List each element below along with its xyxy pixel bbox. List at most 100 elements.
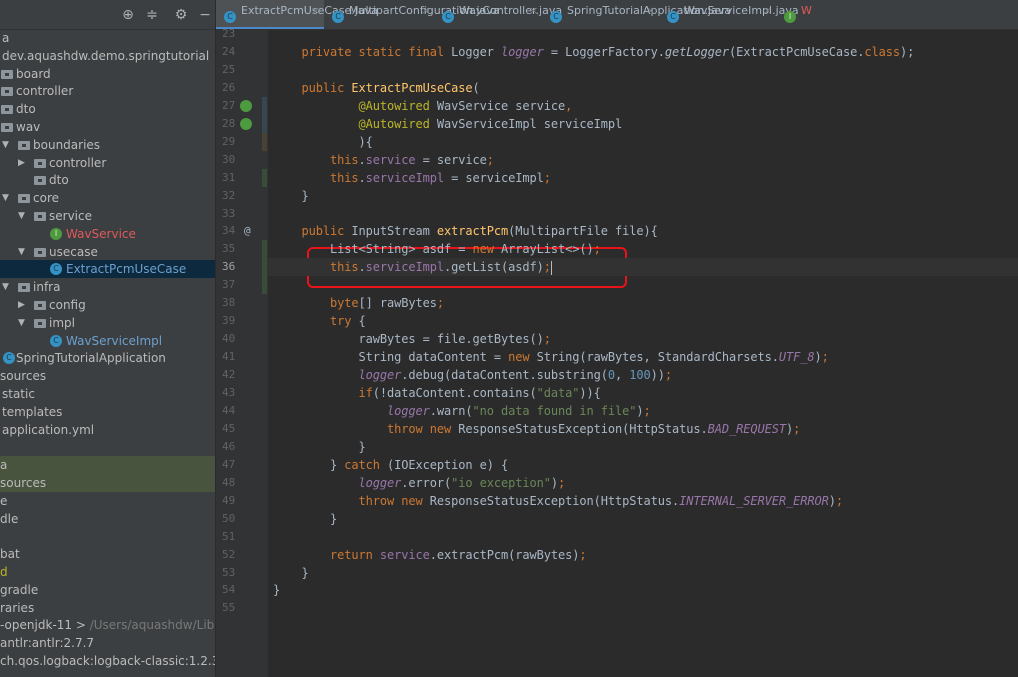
folder-icon [18, 140, 30, 150]
tree-item-label: impl [49, 315, 75, 330]
vcs-added-marker[interactable] [262, 258, 267, 277]
vcs-modified-marker[interactable] [262, 114, 267, 133]
tree-item[interactable]: ▼ boundaries [0, 136, 215, 154]
tab-springtutorialapplication-java[interactable]: C SpringTutorialApplication.java × [542, 0, 731, 29]
tree-item[interactable]: C WavServiceImpl [0, 332, 215, 350]
code-token: . [358, 260, 366, 275]
tab-wavserviceimpl-java[interactable]: C WavServiceImpl.java × [659, 0, 799, 29]
tree-item[interactable]: ▼ impl [0, 314, 215, 332]
code-token: String(rawBytes, StandardCharsets. [529, 350, 779, 365]
vcs-modified-marker[interactable] [262, 96, 267, 115]
minimize-icon[interactable]: − [197, 7, 213, 23]
tree-item[interactable]: antlr:antlr:2.7.7 [0, 634, 215, 652]
tree-item[interactable]: ▼ usecase [0, 243, 215, 261]
gear-icon[interactable]: ⚙ [173, 7, 189, 23]
tree-item-label: service [49, 209, 92, 223]
line-number: 27 [222, 98, 236, 112]
tree-item[interactable]: gradle [0, 581, 215, 599]
vcs-added-marker[interactable] [262, 168, 267, 187]
tree-item[interactable]: raries [0, 599, 215, 617]
tree-item-label: a [0, 458, 8, 473]
tree-item[interactable]: dto [0, 100, 215, 118]
code-token: ) [828, 493, 836, 508]
tree-item[interactable]: sources [0, 474, 215, 492]
tree-item[interactable]: e [0, 492, 215, 510]
tree-item[interactable]: I WavService [0, 225, 215, 243]
line-number: 53 [222, 565, 236, 579]
chevron-right-icon[interactable]: ▶ [18, 296, 25, 314]
tree-item[interactable]: ▼ infra [0, 278, 215, 296]
tree-item[interactable]: controller [0, 82, 215, 100]
tab-w[interactable]: IW [776, 0, 836, 29]
code-token: @Autowired [273, 98, 430, 113]
code-line: } catch (IOException e) { [273, 456, 508, 474]
tree-item[interactable]: a [0, 456, 215, 475]
tree-item[interactable]: C ExtractPcmUseCase [0, 260, 215, 279]
tree-item[interactable]: bat [0, 545, 215, 563]
locate-icon[interactable]: ⊕ [120, 7, 136, 23]
line-number: 32 [222, 188, 236, 202]
class-icon: C [667, 11, 679, 23]
chevron-down-icon[interactable]: ▼ [18, 207, 25, 225]
line-number: 46 [222, 439, 236, 453]
tree-item[interactable]: -openjdk-11 > /Users/aquashdw/Library/ [0, 616, 215, 634]
chevron-down-icon[interactable]: ▼ [18, 314, 25, 332]
spring-bean-icon[interactable] [240, 117, 252, 130]
tree-item[interactable]: dle [0, 510, 215, 528]
close-tab-icon[interactable]: × [421, 0, 430, 28]
code-token: rawBytes = file.getBytes() [273, 332, 544, 347]
chevron-down-icon[interactable]: ▼ [2, 189, 9, 207]
tree-item[interactable] [0, 438, 215, 456]
tree-item[interactable]: templates [0, 403, 215, 421]
code-token: ResponseStatusException(HttpStatus. [429, 493, 680, 508]
tree-item-label: dev.aquashdw.demo.springtutorial [2, 48, 210, 63]
close-tab-icon[interactable]: × [763, 0, 772, 28]
override-icon[interactable]: @ [244, 222, 251, 240]
close-tab-icon[interactable]: × [646, 0, 655, 28]
code-token: } [273, 565, 309, 580]
chevron-down-icon[interactable]: ▼ [18, 243, 25, 261]
tree-item[interactable]: board [0, 65, 215, 83]
chevron-down-icon[interactable]: ▼ [2, 278, 9, 296]
collapse-icon[interactable]: ≑ [144, 7, 160, 23]
line-number: 50 [222, 511, 236, 525]
tree-item[interactable]: application.yml [0, 421, 215, 439]
vcs-added-marker[interactable] [262, 276, 267, 295]
tree-item[interactable]: C SpringTutorialApplication [0, 349, 215, 367]
line-number: 54 [222, 583, 236, 597]
tree-item[interactable]: ch.qos.logback:logback-classic:1.2.3 [0, 652, 215, 670]
tree-item[interactable]: ▼ core [0, 189, 215, 207]
tab-label: W [801, 4, 812, 17]
tree-item[interactable]: wav [0, 118, 215, 136]
code-token: private static final [273, 44, 452, 59]
vcs-added-marker[interactable] [262, 240, 267, 259]
tab-wavcontroller-java[interactable]: C WavController.java × [434, 0, 562, 29]
tree-item[interactable] [0, 527, 215, 545]
chevron-down-icon[interactable]: ▼ [2, 136, 9, 154]
code-token: ); [900, 44, 915, 59]
vcs-modified-marker[interactable] [262, 132, 267, 151]
tree-item[interactable]: ▶ config [0, 296, 215, 314]
close-tab-icon[interactable]: × [529, 0, 538, 28]
tree-item[interactable]: ▶ controller [0, 154, 215, 172]
tree-item-label: sources [0, 476, 47, 490]
tree-item[interactable]: dev.aquashdw.demo.springtutorial [0, 47, 215, 65]
tree-item[interactable]: a [0, 29, 215, 47]
class-icon: C [442, 11, 454, 23]
code-token: . [358, 152, 366, 167]
line-number: 39 [222, 314, 236, 328]
chevron-right-icon[interactable]: ▶ [18, 154, 25, 172]
code-token: (IOException e) { [379, 457, 509, 472]
tree-item[interactable]: sources [0, 367, 215, 385]
code-token: .debug(dataContent.substring( [401, 368, 608, 383]
tree-item[interactable]: ▼ service [0, 207, 215, 225]
code-line: List<String> asdf = new ArrayList<>(); [273, 240, 601, 258]
tree-item[interactable]: d [0, 563, 215, 581]
tree-item-label: templates [2, 404, 63, 419]
spring-bean-icon[interactable] [240, 99, 252, 112]
tree-item[interactable]: dto [0, 171, 215, 189]
close-tab-icon[interactable]: × [311, 0, 320, 28]
line-number: 36 [222, 260, 236, 274]
tab-multipartconfiguration-java[interactable]: C MultipartConfiguration.java × [324, 0, 500, 29]
tree-item[interactable]: static [0, 385, 215, 403]
